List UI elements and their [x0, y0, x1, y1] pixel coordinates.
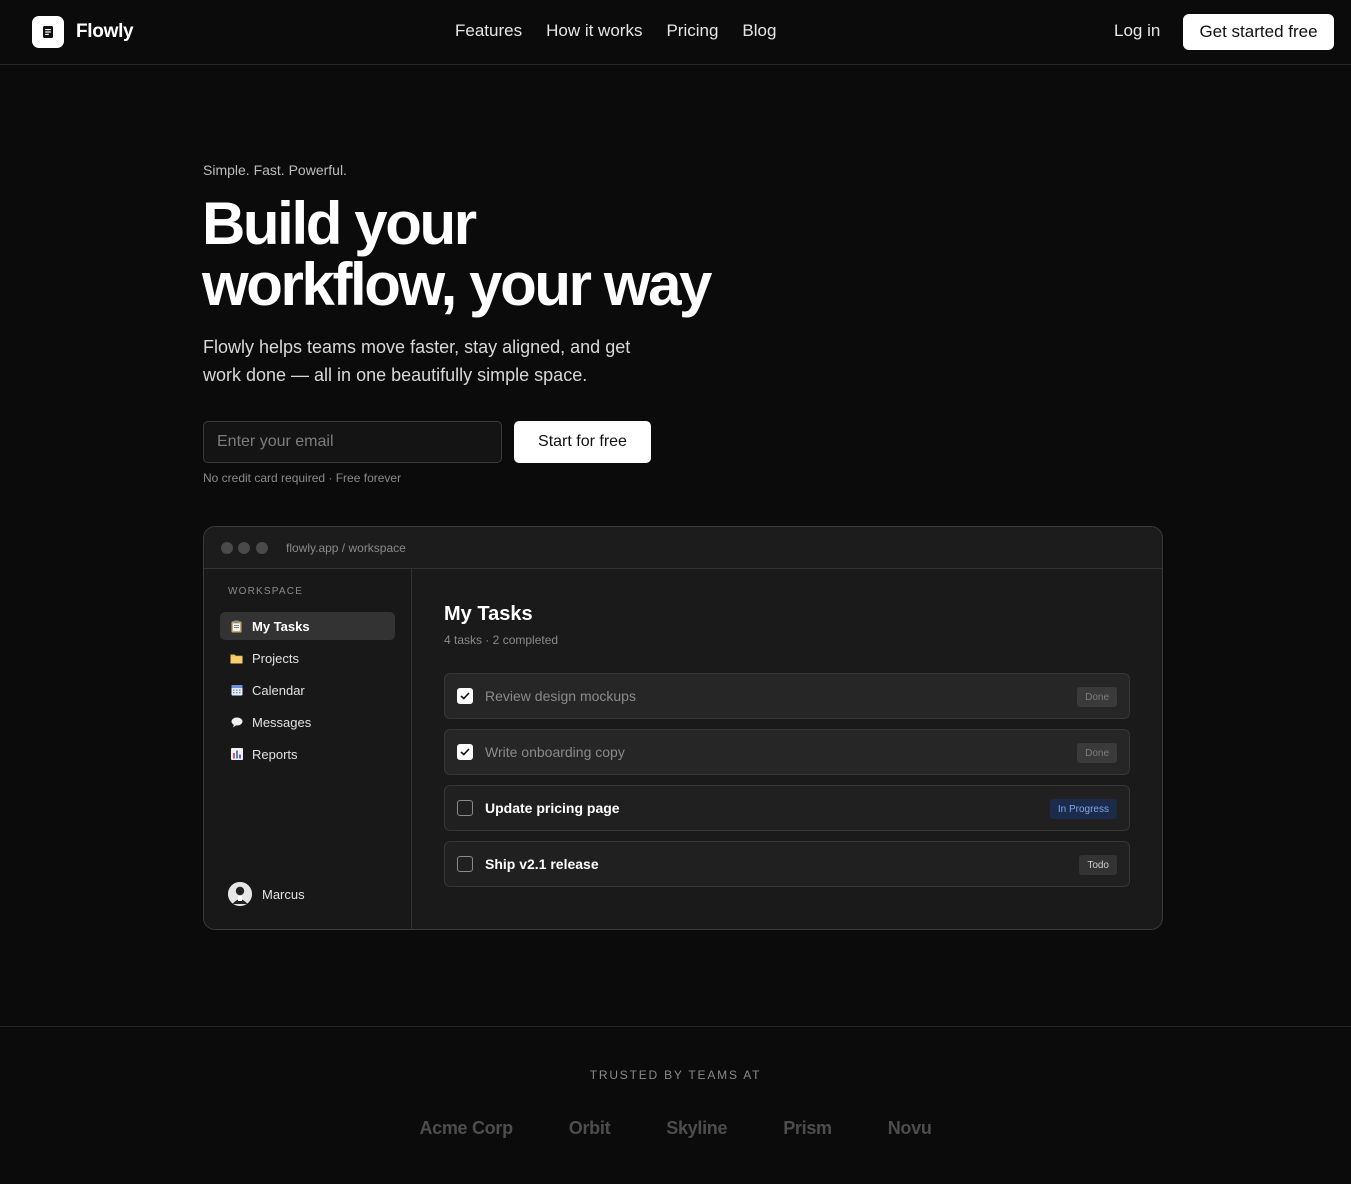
window-url: flowly.app / workspace — [286, 541, 406, 555]
avatar — [228, 882, 252, 906]
task-checkbox[interactable] — [457, 688, 473, 704]
window-dot-icon — [256, 542, 268, 554]
task-row[interactable]: Ship v2.1 release Todo — [444, 841, 1130, 887]
sidebar-item-label: Reports — [252, 746, 298, 762]
task-label: Write onboarding copy — [485, 744, 625, 760]
sidebar-item-label: Messages — [252, 714, 312, 730]
panel-title: My Tasks — [444, 603, 533, 625]
trusted-by-section: TRUSTED BY TEAMS AT Acme Corp Orbit Skyl… — [0, 1026, 1351, 1184]
email-input[interactable] — [203, 421, 502, 463]
nav-link-features[interactable]: Features — [455, 21, 522, 41]
status-badge: Todo — [1079, 855, 1117, 875]
get-started-button[interactable]: Get started free — [1183, 14, 1334, 50]
nav-links: Features How it works Pricing Blog — [455, 21, 776, 41]
logo-novu: Novu — [887, 1118, 932, 1138]
hero-title: Build your workflow, your way — [202, 193, 822, 315]
calendar-icon — [230, 684, 243, 697]
top-nav: Flowly Features How it works Pricing Blo… — [0, 0, 1351, 65]
checkmark-icon — [460, 692, 470, 700]
flowly-logo-icon — [32, 16, 64, 48]
task-row[interactable]: Update pricing page In Progress — [444, 785, 1130, 831]
bar-chart-icon — [230, 748, 243, 761]
hero-title-line-2: workflow, your way — [202, 251, 712, 318]
workspace-sidebar: WORKSPACE My Tasks Projects Calendar Mes… — [204, 569, 412, 929]
panel-subtitle: 4 tasks · 2 completed — [444, 633, 559, 647]
folder-icon — [230, 652, 243, 665]
sidebar-item-label: My Tasks — [252, 618, 310, 634]
window-dot-icon — [221, 542, 233, 554]
task-label: Update pricing page — [485, 800, 620, 816]
window-titlebar: flowly.app / workspace — [204, 527, 1162, 569]
sidebar-item-label: Projects — [252, 650, 299, 666]
nav-link-blog[interactable]: Blog — [742, 21, 776, 41]
trusted-label: TRUSTED BY TEAMS AT — [589, 1068, 762, 1082]
workspace-label: WORKSPACE — [228, 586, 304, 597]
task-label: Review design mockups — [485, 688, 636, 704]
task-row[interactable]: Write onboarding copy Done — [444, 729, 1130, 775]
brand-name: Flowly — [76, 21, 134, 42]
nav-link-pricing[interactable]: Pricing — [666, 21, 718, 41]
hero-subtitle: Flowly helps teams move faster, stay ali… — [203, 337, 631, 385]
window-dot-icon — [238, 542, 250, 554]
status-badge: Done — [1077, 743, 1117, 763]
login-link[interactable]: Log in — [1114, 21, 1160, 41]
hero-title-line-1: Build your — [202, 190, 477, 257]
task-checkbox[interactable] — [457, 744, 473, 760]
start-for-free-button[interactable]: Start for free — [514, 421, 651, 463]
status-badge: In Progress — [1049, 799, 1117, 819]
task-row[interactable]: Review design mockups Done — [444, 673, 1130, 719]
status-badge: Done — [1077, 687, 1117, 707]
sidebar-item-projects[interactable]: Projects — [220, 644, 395, 672]
logo-acme-corp: Acme Corp — [419, 1118, 513, 1138]
logo-skyline: Skyline — [666, 1118, 728, 1138]
sidebar-item-calendar[interactable]: Calendar — [220, 676, 395, 704]
customer-logos: Acme Corp Orbit Skyline Prism Novu — [0, 1118, 1351, 1139]
sidebar-item-label: Calendar — [252, 682, 305, 698]
logo-prism: Prism — [783, 1118, 832, 1138]
task-checkbox[interactable] — [457, 800, 473, 816]
fine-print: No credit card required · Free forever — [203, 471, 402, 485]
hero-eyebrow: Simple. Fast. Powerful. — [203, 162, 347, 178]
app-preview-window: flowly.app / workspace WORKSPACE My Task… — [203, 526, 1163, 930]
clipboard-icon — [230, 620, 243, 633]
user-name: Marcus — [262, 886, 305, 902]
logo-orbit: Orbit — [568, 1118, 611, 1138]
task-checkbox[interactable] — [457, 856, 473, 872]
sidebar-item-reports[interactable]: Reports — [220, 740, 395, 768]
speech-bubble-icon — [230, 716, 243, 729]
brand[interactable]: Flowly — [32, 16, 134, 48]
user-profile[interactable]: Marcus — [228, 882, 305, 906]
sidebar-item-my-tasks[interactable]: My Tasks — [220, 612, 395, 640]
checkmark-icon — [460, 748, 470, 756]
nav-link-how-it-works[interactable]: How it works — [546, 21, 642, 41]
task-label: Ship v2.1 release — [485, 856, 599, 872]
tasks-panel: My Tasks 4 tasks · 2 completed Review de… — [413, 569, 1162, 929]
sidebar-item-messages[interactable]: Messages — [220, 708, 395, 736]
